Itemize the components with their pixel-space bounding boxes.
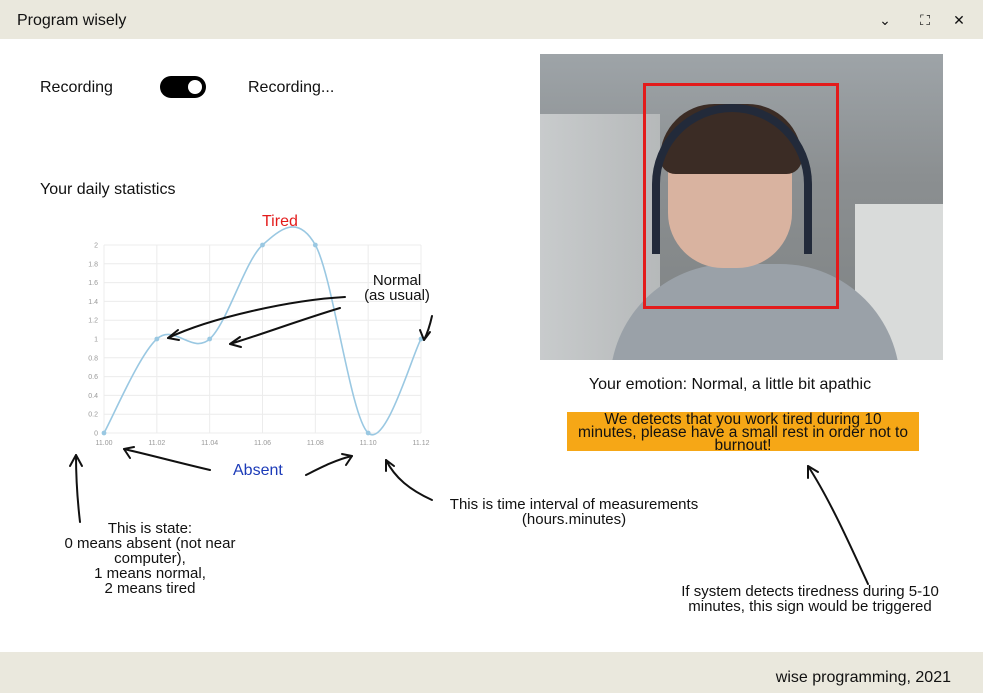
normal-annotation: Normal (as usual) [352, 273, 442, 303]
normal-line-1: Normal [372, 272, 422, 289]
time-explanation: This is time interval of measurements (h… [414, 497, 734, 527]
x-tick-label: 11.04 [201, 440, 218, 447]
emotion-readout: Your emotion: Normal, a little bit apath… [588, 376, 872, 393]
absent-label: Absent [233, 462, 283, 479]
face-detection-box [643, 83, 839, 309]
y-tick-label: 0.6 [88, 374, 98, 381]
state-line: 0 means absent (not near [64, 535, 236, 552]
tiredness-warning: We detects that you work tired during 10… [567, 412, 919, 453]
annotation-arrow [167, 296, 346, 339]
annotation-arrow [123, 448, 211, 471]
x-tick-label: 11.06 [254, 440, 271, 447]
y-tick-label: 2 [94, 243, 98, 250]
data-point [312, 242, 318, 248]
data-point [207, 336, 213, 342]
state-explanation: This is state: 0 means absent (not near … [40, 521, 260, 596]
trigger-explanation: If system detects tiredness during 5-10 … [655, 584, 965, 614]
footer-bar: wise programming, 2021 [0, 652, 983, 693]
time-line: This is time interval of measurements [449, 496, 699, 513]
y-tick-label: 0.2 [88, 412, 98, 419]
state-line: 1 means normal, [94, 565, 206, 582]
y-tick-label: 1.4 [88, 299, 98, 306]
annotation-arrow [75, 454, 81, 523]
state-line: This is state: [107, 520, 193, 537]
x-tick-label: 11.02 [148, 440, 165, 447]
y-tick-label: 0 [94, 431, 98, 438]
normal-line-2: (as usual) [364, 287, 430, 304]
annotation-arrow [305, 455, 353, 476]
state-line: computer), [114, 550, 186, 567]
data-point [260, 242, 265, 248]
data-point [365, 430, 371, 436]
state-line: 2 means tired [104, 580, 196, 597]
time-line: (hours.minutes) [521, 511, 627, 528]
tired-label: Tired [262, 213, 298, 230]
data-point [154, 336, 160, 342]
x-tick-label: 11.12 [413, 440, 430, 447]
annotation-arrow [807, 465, 869, 585]
trigger-line: If system detects tiredness during 5-10 [681, 583, 939, 600]
annotation-arrow [423, 315, 433, 341]
y-tick-label: 1.2 [88, 318, 98, 325]
y-tick-label: 1.8 [88, 261, 98, 268]
x-tick-label: 11.00 [96, 440, 113, 447]
x-tick-label: 11.08 [307, 440, 324, 447]
x-tick-label: 11.10 [360, 440, 377, 447]
annotation-arrowhead [807, 465, 819, 479]
footer-text: wise programming, 2021 [775, 669, 951, 686]
y-tick-label: 0.4 [88, 393, 98, 400]
y-tick-label: 0.8 [88, 355, 98, 362]
data-point [101, 430, 107, 436]
y-tick-label: 1.6 [88, 280, 98, 287]
annotation-arrowhead [123, 446, 135, 459]
trigger-line: minutes, this sign would be triggered [688, 598, 932, 615]
y-tick-label: 1 [94, 337, 98, 344]
